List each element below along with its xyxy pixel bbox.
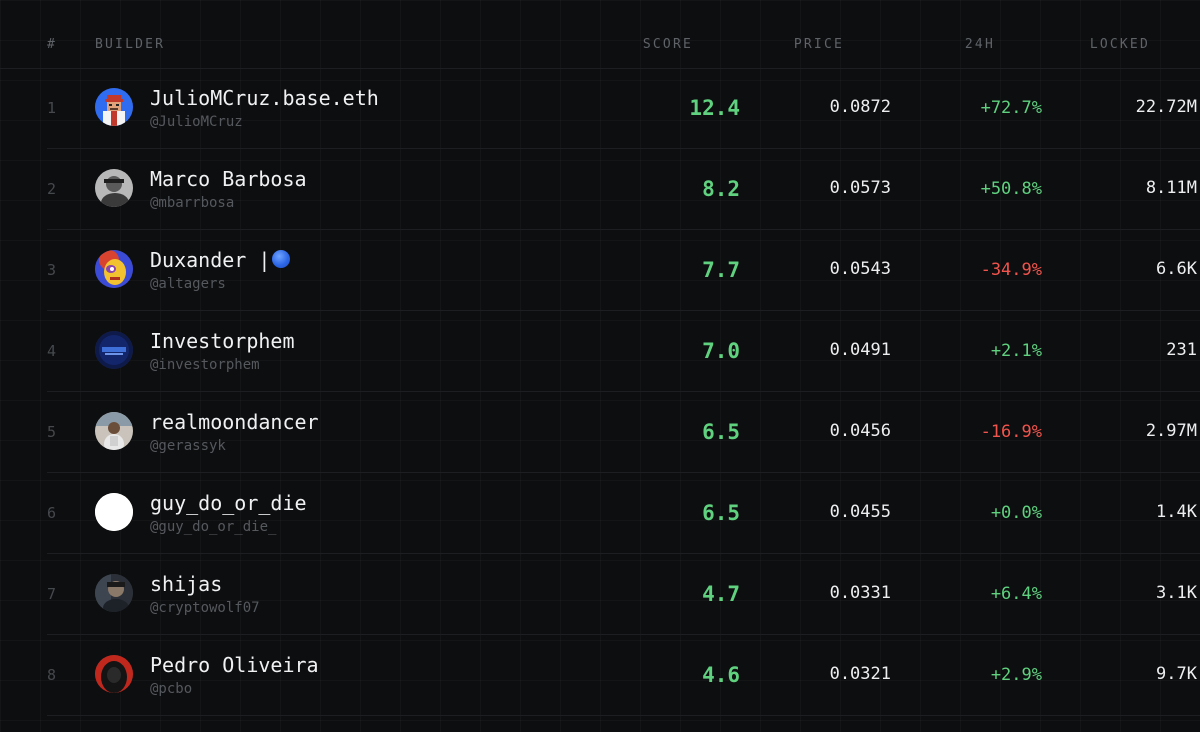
row-rank: 8 [47, 666, 57, 684]
row-rank: 6 [47, 504, 57, 522]
builder-locked: 8.11M [1145, 178, 1197, 198]
photo-avatar-icon[interactable] [95, 169, 133, 207]
row-rank: 4 [47, 342, 57, 360]
row-rank: 2 [47, 180, 57, 198]
table-row[interactable]: 4 Investorphem @investorphem 7.0 0.0491 … [47, 311, 1200, 392]
row-rank: 7 [47, 585, 57, 603]
builder-name[interactable]: Marco Barbosa [150, 167, 307, 191]
builder-name[interactable]: JulioMCruz.base.eth [150, 86, 379, 110]
builder-price: 0.0455 [829, 502, 891, 522]
builder-24h-change: +0.0% [990, 503, 1042, 523]
blank-avatar-icon[interactable] [95, 493, 133, 531]
header-24h[interactable]: 24H [965, 37, 995, 53]
table-row[interactable]: 1 JulioMCruz.base.eth @JulioMCruz 12.4 0… [47, 68, 1200, 149]
header-builder[interactable]: BUILDER [95, 37, 165, 53]
logo-avatar-icon[interactable] [95, 331, 133, 369]
header-rank[interactable]: # [47, 37, 57, 53]
builder-price: 0.0321 [829, 664, 891, 684]
table-row[interactable]: 3 Duxander | @altagers 7.7 0.0543 -34.9%… [47, 230, 1200, 311]
builder-handle[interactable]: @mbarrbosa [150, 195, 234, 211]
photo-avatar-icon[interactable] [95, 412, 133, 450]
builder-score: 4.7 [702, 582, 740, 606]
builder-score: 7.7 [702, 258, 740, 282]
table-row[interactable]: 6 guy_do_or_die @guy_do_or_die_ 6.5 0.04… [47, 473, 1200, 554]
cartoon-avatar-icon[interactable] [95, 250, 133, 288]
builder-locked: 9.7K [1156, 664, 1197, 684]
builder-handle[interactable]: @guy_do_or_die_ [150, 519, 276, 535]
row-rank: 5 [47, 423, 57, 441]
builder-name[interactable]: realmoondancer [150, 410, 319, 434]
builder-handle[interactable]: @pcbo [150, 681, 192, 697]
builder-name[interactable]: Investorphem [150, 329, 295, 353]
builder-locked: 2.97M [1145, 421, 1197, 441]
builder-locked: 3.1K [1156, 583, 1197, 603]
photo-avatar-icon[interactable] [95, 574, 133, 612]
pixel-avatar-icon[interactable] [95, 88, 133, 126]
blue-circle-badge-icon [272, 250, 291, 268]
builder-name-text: Duxander | [150, 248, 271, 272]
table-body: 1 JulioMCruz.base.eth @JulioMCruz 12.4 0… [0, 68, 1200, 716]
builder-price: 0.0872 [829, 97, 891, 117]
builder-name[interactable]: Pedro Oliveira [150, 653, 319, 677]
builder-score: 7.0 [702, 339, 740, 363]
builder-handle[interactable]: @JulioMCruz [150, 114, 243, 130]
builder-score: 6.5 [702, 420, 740, 444]
table-header: # BUILDER SCORE PRICE 24H LOCKED [0, 0, 1200, 69]
builder-price: 0.0491 [829, 340, 891, 360]
table-row[interactable]: 8 Pedro Oliveira @pcbo 4.6 0.0321 +2.9% … [47, 635, 1200, 716]
builder-handle[interactable]: @cryptowolf07 [150, 600, 260, 616]
builder-24h-change: +6.4% [990, 584, 1042, 604]
builders-leaderboard: # BUILDER SCORE PRICE 24H LOCKED 1 Julio… [0, 0, 1200, 732]
header-locked[interactable]: LOCKED [1090, 37, 1150, 53]
builder-handle[interactable]: @gerassyk [150, 438, 226, 454]
builder-price: 0.0543 [829, 259, 891, 279]
row-rank: 3 [47, 261, 57, 279]
builder-score: 12.4 [689, 96, 740, 120]
builder-name[interactable]: Duxander | [150, 248, 291, 272]
builder-locked: 231 [1166, 340, 1197, 360]
builder-name[interactable]: guy_do_or_die [150, 491, 307, 515]
builder-locked: 6.6K [1156, 259, 1197, 279]
table-row[interactable]: 2 Marco Barbosa @mbarrbosa 8.2 0.0573 +5… [47, 149, 1200, 230]
builder-24h-change: -34.9% [980, 260, 1042, 280]
builder-price: 0.0573 [829, 178, 891, 198]
row-rank: 1 [47, 99, 57, 117]
builder-score: 6.5 [702, 501, 740, 525]
builder-price: 0.0331 [829, 583, 891, 603]
header-score[interactable]: SCORE [643, 37, 693, 53]
builder-price: 0.0456 [829, 421, 891, 441]
builder-score: 4.6 [702, 663, 740, 687]
header-price[interactable]: PRICE [794, 37, 844, 53]
table-row[interactable]: 7 shijas @cryptowolf07 4.7 0.0331 +6.4% … [47, 554, 1200, 635]
builder-24h-change: -16.9% [980, 422, 1042, 442]
builder-24h-change: +2.9% [990, 665, 1042, 685]
builder-locked: 22.72M [1135, 97, 1197, 117]
builder-score: 8.2 [702, 177, 740, 201]
builder-24h-change: +72.7% [980, 98, 1042, 118]
builder-handle[interactable]: @altagers [150, 276, 226, 292]
builder-locked: 1.4K [1156, 502, 1197, 522]
builder-24h-change: +50.8% [980, 179, 1042, 199]
builder-24h-change: +2.1% [990, 341, 1042, 361]
hooded-avatar-icon[interactable] [95, 655, 133, 693]
table-row[interactable]: 5 realmoondancer @gerassyk 6.5 0.0456 -1… [47, 392, 1200, 473]
builder-handle[interactable]: @investorphem [150, 357, 260, 373]
builder-name[interactable]: shijas [150, 572, 222, 596]
